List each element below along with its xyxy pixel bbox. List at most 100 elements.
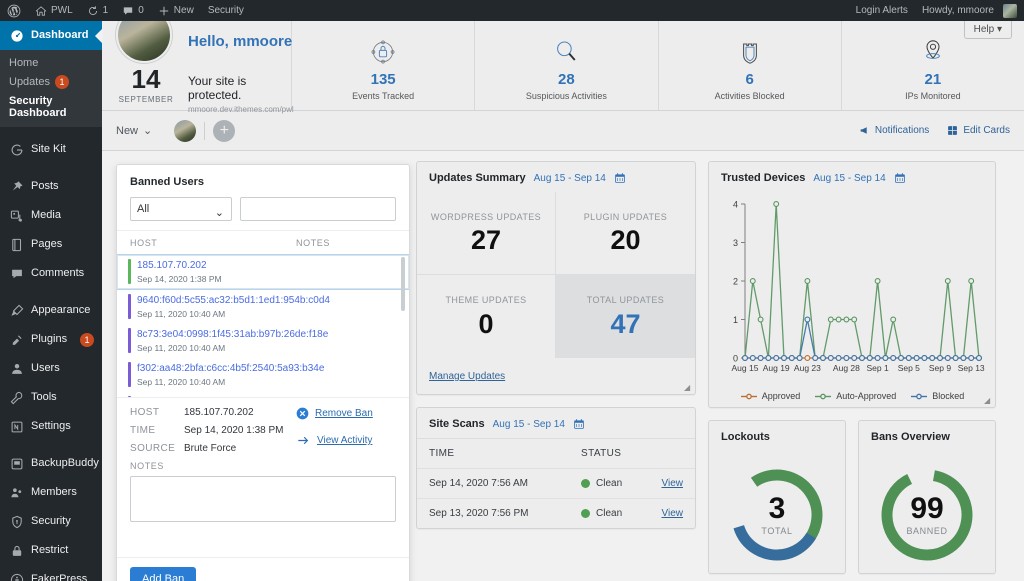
donut-label: BANNED: [906, 526, 948, 536]
calendar-icon[interactable]: [573, 418, 585, 430]
list-item[interactable]: 9640:f60d:5c55:ac32:b5d1:1ed1:954b:c0d4 …: [117, 290, 409, 324]
list-item[interactable]: 8c73:3e04:0998:1f45:31ab:b97b:26de:f18e …: [117, 324, 409, 358]
shield-icon: [734, 35, 766, 69]
ban-type-indicator: [128, 294, 131, 319]
status-dot-icon: [581, 509, 590, 518]
comments-icon: [9, 266, 24, 281]
user-avatar-chip[interactable]: [174, 119, 197, 142]
sidebar-subitem-updates[interactable]: Updates 1: [0, 72, 102, 92]
table-row[interactable]: Sep 14, 2020 7:56 AM Clean View: [417, 469, 695, 499]
detail-value: 185.107.70.202: [184, 407, 254, 418]
updates-cell-wordpress: WORDPRESS UPDATES 27: [417, 192, 556, 275]
sidebar-item-backupbuddy[interactable]: BackupBuddy: [0, 449, 102, 478]
map-pin-icon: [917, 35, 949, 69]
today-date: 14 SEPTEMBER: [116, 66, 176, 104]
sidebar-item-label: Security: [31, 515, 71, 528]
list-item[interactable]: f302:aa48:2bfa:c6cc:4b5f:2540:5a93:b34e …: [117, 358, 409, 392]
view-scan-link[interactable]: View: [662, 508, 684, 519]
view-scan-link[interactable]: View: [662, 478, 684, 489]
ban-type-select[interactable]: All ⌄: [130, 197, 232, 221]
sidebar-item-label: Site Kit: [31, 143, 66, 156]
date-range[interactable]: Aug 15 - Sep 14: [534, 173, 606, 184]
brush-icon: [9, 303, 24, 318]
legend-item-approved[interactable]: Approved: [740, 391, 800, 401]
search-input[interactable]: [240, 197, 396, 221]
date-month: SEPTEMBER: [118, 95, 174, 104]
welcome-panel: 14 SEPTEMBER Hello, mmoore Your site is …: [102, 21, 1024, 114]
help-tab-button[interactable]: Help ▾: [963, 21, 1012, 39]
svg-text:Sep 1: Sep 1: [866, 363, 888, 373]
site-name-button[interactable]: PWL: [28, 0, 80, 21]
my-account-button[interactable]: Howdy, mmoore: [915, 0, 1024, 21]
notifications-button[interactable]: Notifications: [859, 125, 929, 136]
trusted-devices-chart: 0 1 2 3 4 Aug 15 Aug 19 Aug 23 Aug 28 Sep 1 Sep 5 S…: [709, 192, 995, 407]
sidebar-item-members[interactable]: Members: [0, 478, 102, 507]
remove-ban-button[interactable]: Remove Ban: [296, 407, 396, 420]
calendar-icon[interactable]: [894, 172, 906, 184]
sidebar-subitem-security-dashboard[interactable]: Security Dashboard: [0, 92, 102, 122]
ban-type-indicator: [128, 362, 131, 387]
sidebar-item-security[interactable]: Security: [0, 507, 102, 536]
date-range[interactable]: Aug 15 - Sep 14: [813, 173, 885, 184]
resize-handle[interactable]: ◢: [984, 397, 992, 405]
plugins-badge: 1: [80, 332, 94, 347]
menu-separator: [0, 127, 102, 135]
new-content-button[interactable]: New: [151, 0, 201, 21]
sidebar-item-label: Users: [31, 362, 60, 375]
sidebar-item-fakerpress[interactable]: FakerPress: [0, 565, 102, 581]
updates-grid: WORDPRESS UPDATES 27 PLUGIN UPDATES 20 T…: [417, 192, 695, 358]
greeting: Hello, mmoore: [188, 33, 293, 50]
updates-count: 1: [102, 5, 109, 16]
sidebar-item-plugins[interactable]: Plugins 1: [0, 325, 102, 354]
sidebar-item-comments[interactable]: Comments: [0, 259, 102, 288]
wordpress-logo-icon: [7, 4, 21, 17]
banned-users-list[interactable]: 185.107.70.202 Sep 14, 2020 1:38 PM 9640…: [117, 254, 409, 398]
sidebar-item-label: Dashboard: [31, 29, 89, 42]
list-scrollbar[interactable]: [401, 257, 405, 311]
view-activity-button[interactable]: View Activity: [296, 434, 396, 447]
adminbar-security-button[interactable]: Security: [201, 0, 251, 21]
notes-textarea[interactable]: [130, 476, 396, 522]
stat-events-tracked[interactable]: 135 Events Tracked: [292, 21, 476, 110]
svg-text:Sep 5: Sep 5: [898, 363, 920, 373]
shield-icon: [9, 514, 24, 529]
stat-activities-blocked[interactable]: 6 Activities Blocked: [659, 21, 842, 110]
plus-icon: [159, 6, 168, 15]
manage-updates-link[interactable]: Manage Updates: [429, 371, 505, 382]
add-ban-button[interactable]: Add Ban: [130, 567, 197, 581]
sidebar-item-dashboard[interactable]: Dashboard: [0, 21, 103, 50]
resize-handle[interactable]: ◢: [684, 384, 692, 392]
edit-cards-button[interactable]: Edit Cards: [947, 125, 1010, 136]
login-alerts-button[interactable]: Login Alerts: [849, 0, 915, 21]
wordpress-logo-button[interactable]: [0, 0, 28, 21]
sidebar-item-posts[interactable]: Posts: [0, 172, 102, 201]
date-range[interactable]: Aug 15 - Sep 14: [493, 419, 565, 430]
site-scans-card: Site Scans Aug 15 - Sep 14 TIME STATUS S…: [416, 407, 696, 529]
stat-value: 21: [924, 70, 942, 88]
legend-item-auto-approved[interactable]: Auto-Approved: [814, 391, 896, 401]
sidebar-item-media[interactable]: Media: [0, 201, 102, 230]
lockouts-card: Lockouts 3 TOTAL: [708, 420, 846, 574]
sidebar-item-pages[interactable]: Pages: [0, 230, 102, 259]
list-item[interactable]: 185.107.70.202 Sep 14, 2020 1:38 PM: [117, 254, 409, 290]
ban-host: 9640:f60d:5c55:ac32:b5d1:1ed1:954b:c0d4: [137, 295, 330, 306]
sidebar-item-users[interactable]: Users: [0, 354, 102, 383]
sidebar-item-site-kit[interactable]: Site Kit: [0, 135, 102, 164]
sidebar-item-appearance[interactable]: Appearance: [0, 296, 102, 325]
sidebar-subitem-home[interactable]: Home: [0, 54, 102, 72]
stat-suspicious-activities[interactable]: 28 Suspicious Activities: [475, 21, 659, 110]
new-card-dropdown[interactable]: New ⌄: [116, 124, 152, 138]
detail-value: Sep 14, 2020 1:38 PM: [184, 425, 284, 436]
calendar-icon[interactable]: [614, 172, 626, 184]
updates-button[interactable]: 1: [80, 0, 116, 21]
panel-title: Banned Users: [130, 176, 204, 188]
legend-item-blocked[interactable]: Blocked: [910, 391, 964, 401]
sidebar-item-settings[interactable]: Settings: [0, 412, 102, 441]
sidebar-item-restrict[interactable]: Restrict: [0, 536, 102, 565]
add-user-button[interactable]: +: [213, 119, 236, 142]
comments-button[interactable]: 0: [115, 0, 151, 21]
media-icon: [9, 208, 24, 223]
sidebar-item-tools[interactable]: Tools: [0, 383, 102, 412]
table-row[interactable]: Sep 13, 2020 7:56 PM Clean View: [417, 499, 695, 528]
status-label: Clean: [596, 508, 623, 519]
